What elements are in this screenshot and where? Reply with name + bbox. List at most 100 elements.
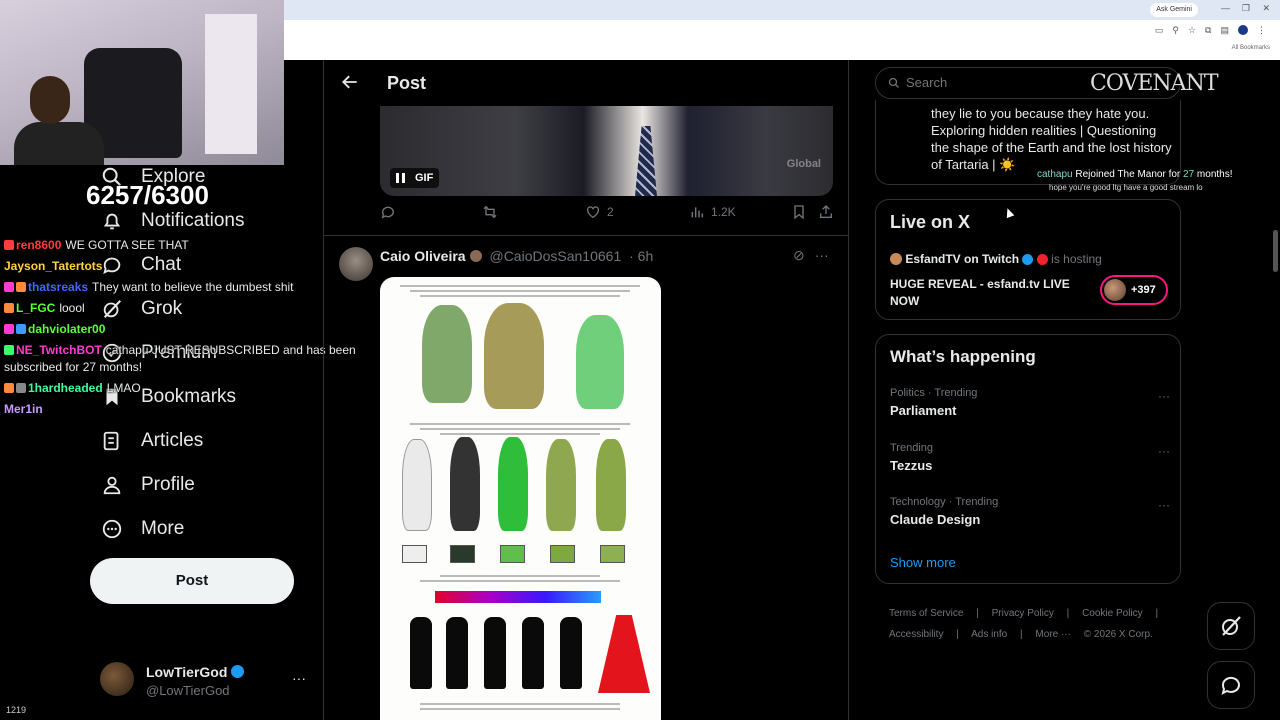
repost-button[interactable] xyxy=(482,204,498,220)
account-switcher[interactable]: LowTierGod @LowTierGod ··· xyxy=(100,660,312,704)
chat-text: LMAO xyxy=(106,381,141,395)
live-on-x-card[interactable]: Live on X EsfandTV on Twitch is hosting … xyxy=(875,199,1181,320)
article-icon xyxy=(100,429,124,453)
tweet-image[interactable] xyxy=(380,277,661,720)
tweet-tools: ⊘ ··· xyxy=(793,247,833,265)
back-arrow-icon[interactable] xyxy=(340,72,360,92)
star-icon[interactable]: ☆ xyxy=(1188,25,1196,36)
footer-link[interactable]: Privacy Policy xyxy=(992,608,1054,619)
zoom-icon[interactable]: ⚲ xyxy=(1172,25,1179,36)
texture-swatch xyxy=(550,545,575,563)
footer-line: Accessibility | Ads info | More ··· © 20… xyxy=(889,624,1169,645)
browser-toolbar: ▭ ⚲ ☆ ⧉ ▤ ⋮ xyxy=(284,20,1280,44)
reply-button[interactable] xyxy=(380,204,396,220)
browser-chrome: Ask Gemini — ❐ ✕ ▭ ⚲ ☆ ⧉ ▤ ⋮ All Bookmar… xyxy=(284,0,1280,60)
views-button[interactable]: 1.2K xyxy=(689,204,736,220)
nav-more[interactable]: More xyxy=(100,514,184,544)
verified-icon xyxy=(231,665,245,678)
footer-link[interactable]: Cookie Policy xyxy=(1082,608,1143,619)
chat-badge-icon xyxy=(16,282,26,292)
live-viewers[interactable]: +397 xyxy=(1100,275,1168,305)
nav-profile[interactable]: Profile xyxy=(100,470,195,500)
webcam-overlay xyxy=(0,0,284,165)
grok-icon[interactable]: ⊘ xyxy=(793,247,805,265)
like-button[interactable]: 2 xyxy=(585,204,614,220)
chat-user: 1hardheaded xyxy=(28,381,103,395)
all-bookmarks[interactable]: All Bookmarks xyxy=(1232,45,1270,51)
restore-icon[interactable]: ❐ xyxy=(1242,3,1250,14)
chat-user: NE_TwitchBOT xyxy=(16,343,102,357)
footer-link[interactable]: Terms of Service xyxy=(889,608,963,619)
bookmark-outline-icon xyxy=(794,205,804,220)
card-title: What’s happening xyxy=(890,347,1036,366)
bookmark-button[interactable] xyxy=(791,204,807,220)
pause-icon[interactable] xyxy=(396,173,405,183)
trend-item[interactable]: Politics · Trending Parliament ··· xyxy=(890,387,1170,427)
chat-user: dahviolater00 xyxy=(28,322,106,336)
screen: Ask Gemini — ❐ ✕ ▭ ⚲ ☆ ⧉ ▤ ⋮ All Bookmar… xyxy=(0,0,1280,720)
grok-fab-button[interactable] xyxy=(1207,602,1255,650)
viewer-count: +397 xyxy=(1131,284,1156,296)
account-more-icon[interactable]: ··· xyxy=(292,670,306,686)
tweet-time[interactable]: · 6h xyxy=(629,248,653,264)
footer-link[interactable]: Accessibility xyxy=(889,629,943,640)
nav-label: More xyxy=(141,518,185,539)
post-header: Post xyxy=(324,60,848,106)
avatar[interactable] xyxy=(339,247,373,281)
trend-more-icon[interactable]: ··· xyxy=(1158,444,1170,458)
share-button[interactable] xyxy=(818,204,834,220)
show-more-link[interactable]: Show more xyxy=(890,555,956,570)
column-divider xyxy=(848,60,849,720)
search-input[interactable] xyxy=(906,68,1086,98)
footer-link[interactable]: Ads info xyxy=(971,629,1007,640)
trend-more-icon[interactable]: ··· xyxy=(1158,498,1170,512)
close-icon[interactable]: ✕ xyxy=(1262,3,1270,14)
scrollbar[interactable] xyxy=(1273,230,1278,272)
author-name[interactable]: Caio Oliveira xyxy=(380,248,466,264)
trend-context: Technology · Trending xyxy=(890,496,999,508)
post-button[interactable]: Post xyxy=(90,558,294,604)
trend-context: Trending xyxy=(890,442,934,454)
sidebar-icon[interactable]: ▤ xyxy=(1220,25,1229,36)
chat-user: Mer1in xyxy=(4,402,43,416)
repost-icon xyxy=(483,205,497,219)
bell-icon xyxy=(100,209,124,233)
trend-item[interactable]: Technology · Trending Claude Design ··· xyxy=(890,496,1170,536)
live-title: HUGE REVEAL - esfand.tv LIVE NOW xyxy=(890,277,1070,308)
gif-media[interactable]: Global GIF xyxy=(380,106,833,196)
cast-icon[interactable]: ▭ xyxy=(1155,25,1164,36)
footer-copyright: © 2026 X Corp. xyxy=(1083,629,1153,640)
chat-badge-icon xyxy=(4,303,14,313)
trend-more-icon[interactable]: ··· xyxy=(1158,389,1170,403)
author-handle[interactable]: @CaioDosSan10661 xyxy=(489,248,621,264)
messages-fab-button[interactable] xyxy=(1207,661,1255,709)
menu-icon[interactable]: ⋮ xyxy=(1257,25,1266,36)
trend-item[interactable]: Trending Tezzus ··· xyxy=(890,442,1170,482)
color-gradient-bar xyxy=(435,591,601,603)
tweet-actions: 2 1.2K xyxy=(380,204,833,226)
nav-label: Notifications xyxy=(141,210,245,231)
minimize-icon[interactable]: — xyxy=(1221,3,1230,13)
extensions-icon[interactable]: ⧉ xyxy=(1205,25,1211,36)
gif-watermark: Global xyxy=(786,158,821,170)
gif-controls[interactable]: GIF xyxy=(390,168,440,188)
emoji-icon xyxy=(469,250,482,262)
trend-name: Claude Design xyxy=(890,512,981,527)
chat-badge-icon xyxy=(4,324,14,334)
chat-text: cathapu JUST RESUBSCRIBED and has been xyxy=(105,343,356,357)
account-handle: @LowTierGod xyxy=(146,683,230,698)
search-icon xyxy=(888,77,899,88)
nav-articles[interactable]: Articles xyxy=(100,426,203,456)
heart-icon xyxy=(587,206,599,219)
more-options-icon[interactable]: ··· xyxy=(815,247,829,265)
brand-overlay: COVENANT xyxy=(1090,71,1219,96)
footer-link[interactable]: More ··· xyxy=(1035,629,1071,640)
ask-gemini-button[interactable]: Ask Gemini xyxy=(1150,3,1198,17)
footer-line: Terms of Service | Privacy Policy | Cook… xyxy=(889,603,1169,624)
card-title: Live on X xyxy=(890,212,971,232)
page-title: Post xyxy=(387,73,427,93)
profile-avatar-icon[interactable] xyxy=(1238,25,1248,35)
share-icon xyxy=(820,205,832,218)
footer-sep: | xyxy=(1066,608,1070,619)
chat-user: ren8600 xyxy=(16,238,62,252)
